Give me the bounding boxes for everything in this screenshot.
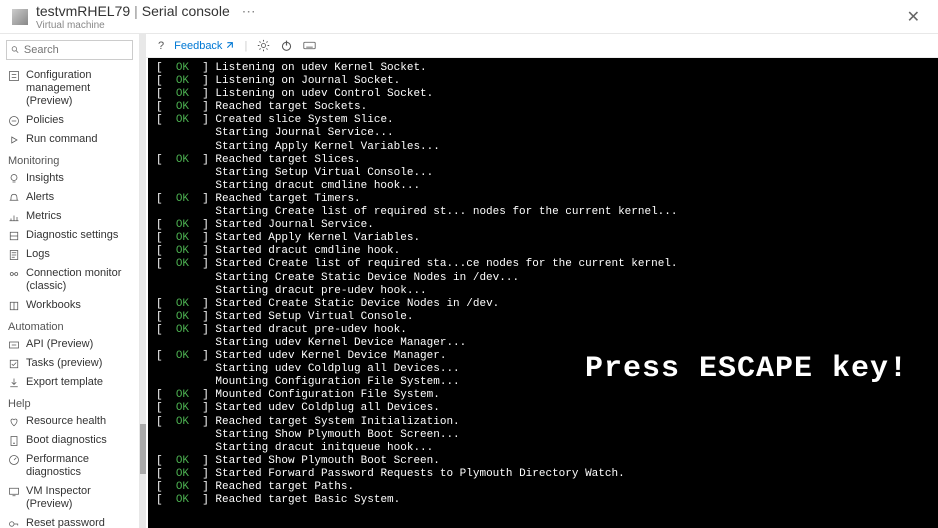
search-icon: [11, 45, 20, 55]
header-title-wrap: testvmRHEL79|Serial console ⋯ Virtual ma…: [36, 3, 901, 31]
diag-icon: [8, 230, 20, 242]
sidebar-item[interactable]: Run command: [0, 130, 139, 149]
sidebar-item-label: VM Inspector (Preview): [26, 485, 133, 511]
sidebar-item[interactable]: VM Inspector (Preview): [0, 482, 139, 514]
close-icon[interactable]: ✕: [901, 7, 926, 27]
cfg-icon: [8, 70, 20, 82]
sidebar-item-label: Insights: [26, 172, 133, 185]
sidebar-item-label: Reset password: [26, 517, 133, 528]
body: Configuration management (Preview) Polici…: [0, 34, 938, 528]
sidebar-section-header: Monitoring: [0, 149, 139, 169]
sidebar-item-label: Diagnostic settings: [26, 229, 133, 242]
vm-icon: [8, 486, 20, 498]
sidebar-item-label: Policies: [26, 114, 133, 127]
resource-type: Virtual machine: [36, 20, 901, 31]
sidebar-section-header: Help: [0, 392, 139, 412]
toolbar: ? Feedback |: [140, 34, 938, 58]
power-icon[interactable]: [280, 39, 293, 52]
sidebar-item[interactable]: Policies: [0, 111, 139, 130]
sidebar-item[interactable]: Configuration management (Preview): [0, 66, 139, 111]
sidebar-item-label: Boot diagnostics: [26, 434, 133, 447]
sidebar-item-label: API (Preview): [26, 338, 133, 351]
settings-icon[interactable]: [257, 39, 270, 52]
sidebar-item-label: Export template: [26, 376, 133, 389]
help-icon[interactable]: ?: [158, 40, 164, 52]
sidebar-scrollbar[interactable]: [140, 34, 146, 528]
export-icon: [8, 377, 20, 389]
sidebar-item[interactable]: Diagnostic settings: [0, 226, 139, 245]
api-icon: [8, 339, 20, 351]
sidebar: Configuration management (Preview) Polici…: [0, 34, 140, 528]
logs-icon: [8, 249, 20, 261]
sidebar-item[interactable]: Reset password: [0, 514, 139, 528]
sidebar-item[interactable]: Workbooks: [0, 296, 139, 315]
sidebar-item[interactable]: Metrics: [0, 207, 139, 226]
sidebar-item-label: Tasks (preview): [26, 357, 133, 370]
sidebar-item-label: Performance diagnostics: [26, 453, 133, 479]
sidebar-item[interactable]: Performance diagnostics: [0, 450, 139, 482]
task-icon: [8, 358, 20, 370]
page-header: testvmRHEL79|Serial console ⋯ Virtual ma…: [0, 0, 938, 34]
keyboard-icon[interactable]: [303, 39, 316, 52]
sidebar-item[interactable]: Alerts: [0, 188, 139, 207]
conn-icon: [8, 268, 20, 280]
key-icon: [8, 518, 20, 528]
sidebar-item[interactable]: Insights: [0, 169, 139, 188]
boot-icon: [8, 435, 20, 447]
sidebar-item-label: Connection monitor (classic): [26, 267, 133, 293]
search-input-wrap[interactable]: [6, 40, 133, 60]
sidebar-item-label: Run command: [26, 133, 133, 146]
overlay-instruction: Press ESCAPE key!: [585, 363, 908, 376]
more-actions-icon[interactable]: ⋯: [242, 3, 256, 19]
sidebar-item-label: Logs: [26, 248, 133, 261]
resource-name: testvmRHEL79: [36, 3, 130, 19]
external-link-icon: [224, 41, 234, 51]
sidebar-section-header: Automation: [0, 315, 139, 335]
vm-icon: [12, 9, 28, 25]
sidebar-item[interactable]: Logs: [0, 245, 139, 264]
bulb-icon: [8, 173, 20, 185]
serial-console-output[interactable]: [ OK ] Listening on udev Kernel Socket. …: [148, 58, 938, 528]
sidebar-item[interactable]: Boot diagnostics: [0, 431, 139, 450]
scrollbar-thumb[interactable]: [140, 424, 146, 474]
sidebar-item-label: Workbooks: [26, 299, 133, 312]
heart-icon: [8, 416, 20, 428]
sidebar-item[interactable]: Tasks (preview): [0, 354, 139, 373]
book-icon: [8, 300, 20, 312]
content: ? Feedback | [ OK ] Listening on udev Ke…: [140, 34, 938, 528]
search-input[interactable]: [24, 44, 128, 56]
run-icon: [8, 134, 20, 146]
sidebar-item[interactable]: Resource health: [0, 412, 139, 431]
page-title: testvmRHEL79|Serial console ⋯: [36, 3, 901, 20]
sidebar-item-label: Resource health: [26, 415, 133, 428]
policy-icon: [8, 115, 20, 127]
sidebar-item-label: Configuration management (Preview): [26, 69, 133, 108]
sidebar-item[interactable]: Connection monitor (classic): [0, 264, 139, 296]
feedback-link[interactable]: Feedback: [174, 40, 234, 52]
sidebar-item[interactable]: Export template: [0, 373, 139, 392]
blade-name: Serial console: [142, 3, 230, 19]
alert-icon: [8, 192, 20, 204]
sidebar-item-label: Metrics: [26, 210, 133, 223]
chart-icon: [8, 211, 20, 223]
perf-icon: [8, 454, 20, 466]
sidebar-item[interactable]: API (Preview): [0, 335, 139, 354]
sidebar-item-label: Alerts: [26, 191, 133, 204]
